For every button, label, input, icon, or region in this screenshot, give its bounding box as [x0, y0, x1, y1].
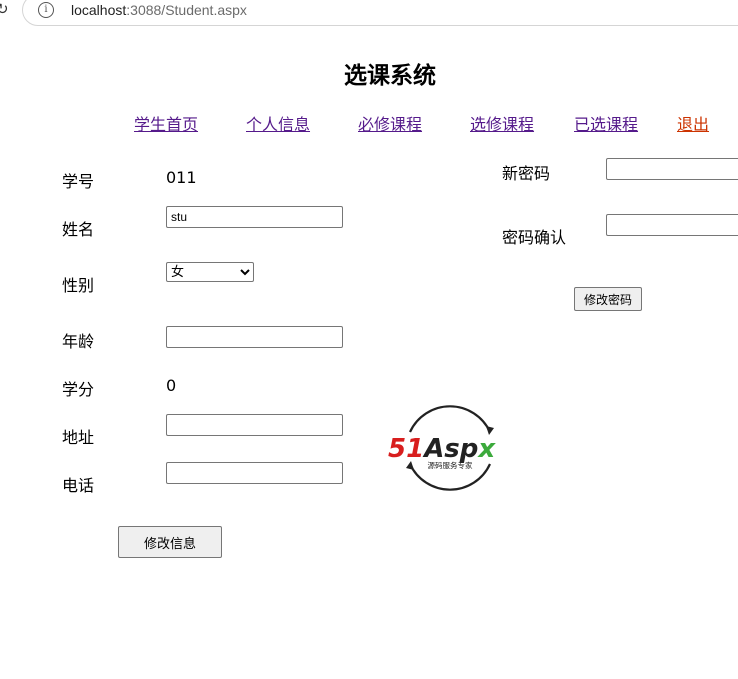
new-password-label: 新密码: [502, 164, 551, 183]
phone-label: 电话: [62, 476, 95, 495]
gender-label: 性别: [62, 276, 95, 295]
name-label: 姓名: [62, 220, 95, 239]
age-input[interactable]: [166, 326, 343, 348]
phone-input[interactable]: [166, 462, 343, 484]
reload-icon[interactable]: ↻: [0, 0, 9, 18]
logo-wordmark: 51Aspx: [388, 434, 496, 464]
credits-label: 学分: [62, 380, 95, 399]
address-label: 地址: [62, 428, 95, 447]
nav-link-required-courses[interactable]: 必修课程: [358, 111, 422, 135]
brand-logo: 51Aspx 源码服务专家: [386, 402, 514, 494]
url-text[interactable]: localhost:3088/Student.aspx: [71, 2, 247, 18]
name-input[interactable]: [166, 206, 343, 228]
update-info-button[interactable]: 修改信息: [118, 526, 222, 558]
nav-link-selected-courses[interactable]: 已选课程: [574, 111, 638, 135]
address-input[interactable]: [166, 414, 343, 436]
nav-link-profile[interactable]: 个人信息: [246, 111, 310, 135]
page-title: 选课系统: [344, 63, 436, 89]
browser-address-bar: ↻ i localhost:3088/Student.aspx: [0, 0, 738, 26]
logo-ring-top: [409, 405, 491, 433]
student-id-label: 学号: [62, 172, 95, 191]
age-label: 年龄: [62, 332, 95, 351]
confirm-password-input[interactable]: [606, 214, 738, 236]
nav-link-logout[interactable]: 退出: [677, 111, 709, 135]
gender-select[interactable]: 女: [166, 262, 254, 282]
info-icon[interactable]: i: [38, 2, 54, 18]
nav-link-elective-courses[interactable]: 选修课程: [470, 111, 534, 135]
credits-value: 0: [166, 376, 177, 395]
logo-tagline: 源码服务专家: [428, 460, 473, 470]
new-password-input[interactable]: [606, 158, 738, 180]
student-id-value: 011: [166, 168, 197, 187]
nav-link-home[interactable]: 学生首页: [134, 111, 198, 135]
logo-svg: 51Aspx 源码服务专家: [388, 405, 496, 491]
change-password-button[interactable]: 修改密码: [574, 287, 642, 311]
confirm-password-label: 密码确认: [502, 228, 567, 247]
